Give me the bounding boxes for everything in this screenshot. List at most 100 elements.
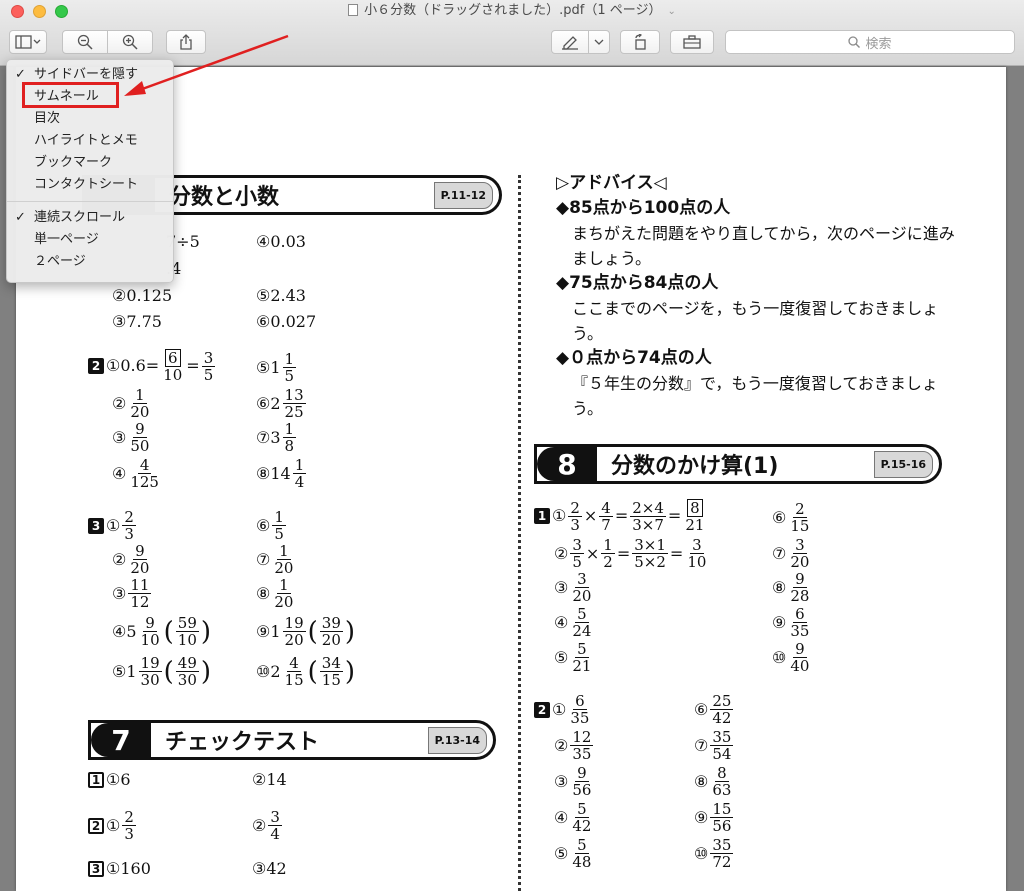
q8-1-answer-3: ③ 3 20 — [554, 570, 592, 605]
q8-2-answer-7: ⑦ 35 54 — [694, 728, 734, 763]
q8-1-answer-9: ⑨ 6 35 — [772, 605, 810, 640]
q8-2-answer-6: ⑥ 25 42 — [694, 692, 734, 727]
q3-answer-6: ⑥15 — [256, 508, 286, 543]
title-chevron-icon: ⌄ — [667, 6, 676, 17]
q8-1-answer-10: ⑩ 9 40 — [772, 640, 810, 675]
question-number-badge: 2 — [88, 817, 104, 834]
markup-dropdown-button[interactable] — [588, 30, 610, 54]
menu-item-highlights-notes[interactable]: ハイライトとメモ — [7, 130, 173, 152]
section-6-title: 分数と小数 — [169, 185, 280, 210]
annotation-arrow-icon — [124, 34, 289, 96]
answer-text: ⑤2.43 — [256, 286, 306, 305]
menu-item-bookmarks[interactable]: ブックマーク — [7, 152, 173, 174]
zoom-out-button[interactable] — [62, 30, 108, 54]
question-number-badge: 3 — [88, 517, 104, 534]
q8-2-answer-10: ⑩ 35 72 — [694, 836, 734, 871]
q7-answer-4: ②34 — [252, 808, 282, 843]
q3-answer-1: 3①23 — [88, 509, 138, 542]
section-6-page-ref: P.11-12 — [433, 181, 493, 209]
q7-answer-5: 3 ①160 — [88, 861, 151, 877]
menu-item-contact-sheet[interactable]: コンタクトシート — [7, 174, 173, 196]
advice-heading-1: ◆85点から100点の人 — [556, 198, 731, 218]
q8-1-answer-4: ④ 5 24 — [554, 605, 592, 640]
q3-answer-8: ⑧ 1 20 — [256, 576, 294, 611]
q8-2-answer-1: 2 ① 6 35 — [534, 693, 593, 726]
rotate-button[interactable] — [620, 30, 660, 54]
q8-1-answer-8: ⑧ 9 28 — [772, 570, 810, 605]
sidebar-view-button[interactable] — [9, 30, 47, 54]
q2-answer-1: 2 ①0.6= 6 10 = 35 — [88, 349, 217, 383]
q8-1-answer-1: 1① 2 3 × 4 7 = 2×4 3×7 = 8 21 — [534, 499, 708, 533]
q2-answer-8: ⑧14 1 4 — [256, 456, 307, 491]
advice-text-3: 『５年生の分数』で，もう一度復習しておきましょう。 — [572, 374, 938, 418]
checkmark-icon: ✓ — [15, 67, 26, 82]
question-number-badge: 2 — [88, 358, 104, 374]
question-number-badge: 3 — [88, 861, 104, 877]
question-number-badge: 1 — [534, 508, 550, 524]
answer-text: ③7.75 — [112, 312, 162, 331]
toolbox-button[interactable] — [670, 30, 714, 54]
answer-text: ⑥0.027 — [256, 312, 317, 331]
q3-answer-2: ② 9 20 — [112, 542, 150, 577]
q3-answer-10: ⑩2 4 15(34 15) — [256, 654, 356, 689]
section-7-header: 7 チェックテスト P.13-14 — [88, 720, 496, 760]
answer-text: ②0.125 — [112, 286, 173, 305]
advice-text-2: ここまでのページを，もう一度復習しておきましょう。 — [572, 299, 939, 343]
checkmark-icon: ✓ — [15, 210, 26, 225]
q8-1-answer-5: ⑤ 5 21 — [554, 640, 592, 675]
section-8-number: 8 — [537, 447, 597, 481]
advice-title: ▷アドバイス◁ — [556, 173, 667, 193]
window-title[interactable]: 小６分数（ドラッグされました）.pdf（1 ページ） ⌄ — [0, 2, 1024, 21]
q7-answer-6: ③42 — [252, 859, 287, 878]
search-field[interactable]: 検索 — [725, 30, 1015, 54]
advice-box: ▷アドバイス◁ ◆85点から100点の人 まちがえた問題をやり直してから，次のペ… — [556, 171, 956, 421]
pen-icon — [562, 36, 578, 50]
markup-pen-button[interactable] — [551, 30, 589, 54]
rotate-icon — [635, 34, 646, 50]
q8-1-answer-7: ⑦ 3 20 — [772, 536, 810, 571]
question-number-badge: 2 — [534, 701, 550, 718]
toolbox-icon — [683, 35, 701, 49]
section-7-title: チェックテスト — [165, 730, 320, 755]
q2-answer-3: ③ 9 50 — [112, 420, 150, 455]
menu-separator — [7, 201, 173, 202]
q3-answer-7: ⑦ 1 20 — [256, 542, 294, 577]
q2-answer-4: ④ 4 125 — [112, 456, 159, 491]
q8-1-answer-6: ⑥ 2 15 — [772, 500, 810, 535]
q8-2-answer-8: ⑧ 8 63 — [694, 764, 732, 799]
q2-answer-6: ⑥2 13 25 — [256, 386, 306, 421]
section-8-header: 8 分数のかけ算(1) P.15-16 — [534, 444, 942, 484]
menu-item-two-pages[interactable]: ２ページ — [7, 251, 173, 273]
q3-answer-3: ③ 11 12 — [112, 576, 152, 611]
q2-answer-7: ⑦3 1 8 — [256, 420, 297, 455]
q2-answer-5: ⑤1 1 5 — [256, 350, 297, 385]
q3-answer-9: ⑨1 19 20(39 20) — [256, 614, 356, 649]
menu-item-continuous-scroll[interactable]: ✓ 連続スクロール — [7, 207, 173, 229]
q8-1-answer-2: ② 3 5 × 1 2 = 3×1 5×2 = 3 10 — [554, 536, 707, 571]
q8-2-answer-5: ⑤ 5 48 — [554, 836, 592, 871]
q7-answer-1: 1 ①6 — [88, 772, 131, 788]
section-8-page-ref: P.15-16 — [873, 450, 933, 478]
q8-2-answer-9: ⑨ 15 56 — [694, 800, 734, 835]
pdf-document-icon — [348, 4, 359, 16]
q3-answer-4: ④5 9 10(59 10) — [112, 614, 212, 649]
search-icon — [848, 36, 861, 48]
section-7-number: 7 — [91, 723, 151, 757]
menu-item-single-page[interactable]: 単一ページ — [7, 229, 173, 251]
answer-text: ④0.03 — [256, 232, 306, 251]
question-number-badge: 1 — [88, 772, 104, 788]
advice-heading-3: ◆０点から74点の人 — [556, 348, 712, 368]
section-8-title: 分数のかけ算(1) — [611, 454, 779, 479]
menu-item-table-of-contents[interactable]: 目次 — [7, 108, 173, 130]
section-7-page-ref: P.13-14 — [427, 726, 487, 754]
q3-answer-5: ⑤1 19 30(49 30) — [112, 654, 212, 689]
q7-answer-3: 2①23 — [88, 809, 138, 842]
q2-answer-2: ② 1 20 — [112, 386, 150, 421]
q8-2-answer-4: ④ 5 42 — [554, 800, 592, 835]
chevron-down-icon — [594, 39, 604, 45]
column-divider — [518, 175, 521, 891]
sidebar-icon — [15, 35, 41, 49]
advice-text-1: まちがえた問題をやり直してから，次のページに進みましょう。 — [572, 224, 955, 268]
q8-2-answer-3: ③ 9 56 — [554, 764, 592, 799]
q7-answer-2: ②14 — [252, 770, 287, 789]
